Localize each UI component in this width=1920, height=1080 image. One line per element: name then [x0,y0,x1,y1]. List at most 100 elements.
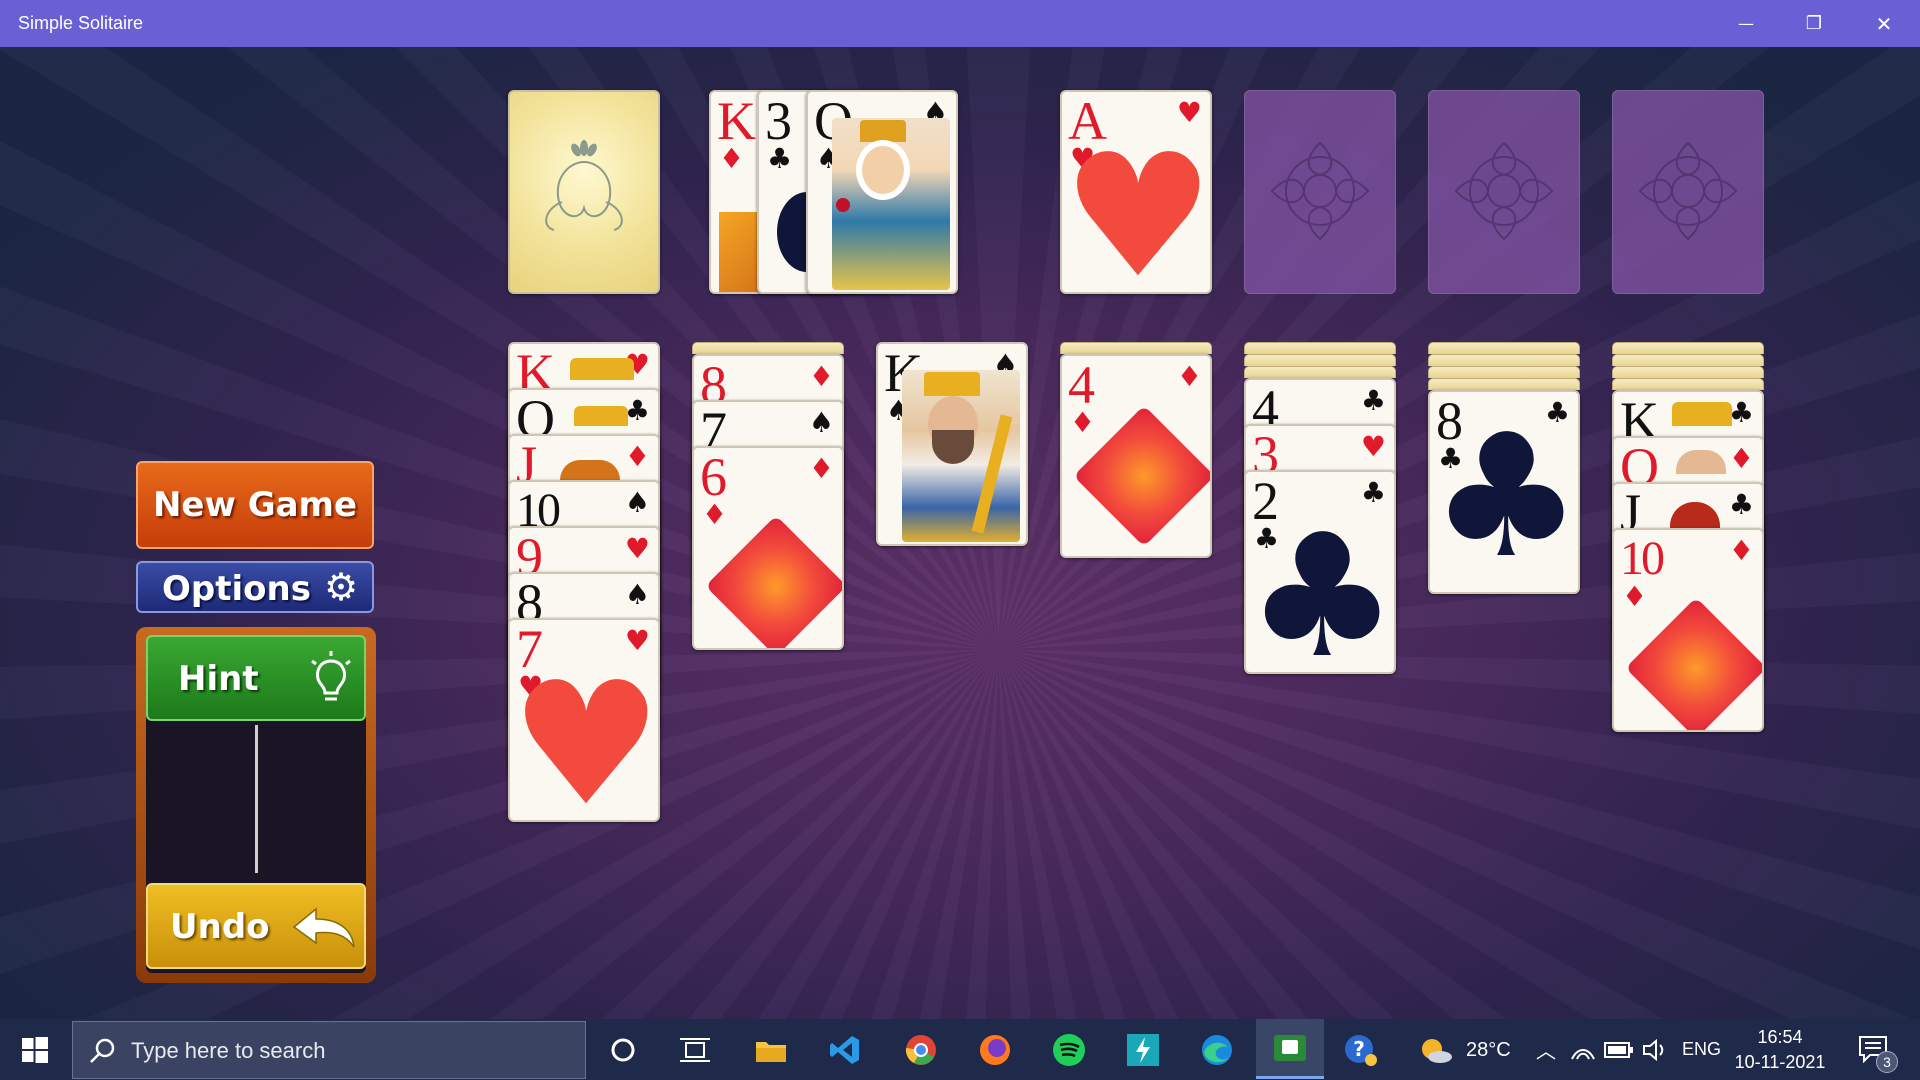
search-input[interactable] [131,1036,571,1066]
firefox-icon [980,1035,1010,1065]
king-portrait-icon [902,370,1020,542]
title-bar: Simple Solitaire — ❐ ✕ [0,0,1920,47]
spotify-icon [1053,1034,1085,1066]
language-indicator[interactable]: ENG [1682,1039,1721,1060]
diamond-suit-icon: ♦ [719,142,745,175]
power-automate-button[interactable] [1114,1027,1172,1073]
gear-icon: ⚙ [324,565,359,609]
card-rank: K [717,91,756,151]
chrome-icon [905,1035,936,1065]
cortana-circle-icon [611,1038,635,1062]
game-board: K ♦ 3 ♣ Q ♠ ♠ A ♥ ♥ ♥ New Game Options [0,47,1920,1019]
battery-icon[interactable] [1604,1041,1634,1059]
new-game-button[interactable]: New Game [136,461,374,549]
file-explorer-button[interactable] [742,1027,800,1073]
hint-button[interactable]: Hint [146,635,366,721]
queen-portrait-icon [832,118,950,290]
spotify-button[interactable] [1040,1027,1098,1073]
face-down-card [1428,354,1580,366]
temperature-label: 28°C [1466,1039,1511,1061]
tableau-card[interactable]: 8 ♣ ♣ ♣ [1428,390,1580,594]
divider [255,725,258,873]
waste-top-card[interactable]: Q ♠ ♠ [806,90,958,294]
face-down-card [692,342,844,354]
heart-suit-icon: ♥ [1360,430,1386,463]
foundation-slot-empty[interactable] [1428,90,1580,294]
vscode-button[interactable] [816,1027,874,1073]
face-down-card [1612,342,1764,354]
hint-label: Hint [178,659,259,699]
undo-arrow-icon [292,907,355,948]
cortana-button[interactable] [594,1027,652,1073]
chevron-up-icon[interactable]: ︿ [1536,1035,1556,1064]
task-view-icon [680,1038,710,1062]
help-button[interactable]: ? [1332,1027,1390,1073]
tableau-card[interactable]: 7 ♥ ♥ ♥ [508,618,660,822]
speaker-icon[interactable] [1642,1038,1668,1062]
chrome-button[interactable] [892,1027,950,1073]
flower-placeholder-icon [1638,141,1738,241]
diamond-suit-icon: ♦ [1728,534,1754,567]
face-down-card [1428,378,1580,390]
start-button[interactable] [6,1027,64,1073]
task-view-button[interactable] [666,1027,724,1073]
options-button[interactable]: Options ⚙ [136,561,374,613]
diamond-suit-icon: ♦ [624,440,650,473]
face-down-card [1612,366,1764,378]
close-icon: ✕ [1875,11,1893,36]
restore-button[interactable]: ❐ [1780,0,1848,47]
options-label: Options [162,569,311,609]
search-icon [90,1038,115,1063]
diamond-suit-icon: ♦ [1070,406,1096,439]
face-down-card [1244,342,1396,354]
windows-logo-icon [22,1037,48,1063]
club-suit-icon: ♣ [1728,396,1754,429]
club-pip-icon: ♣ [1430,398,1580,594]
club-suit-icon: ♣ [1360,384,1386,417]
minimize-button[interactable]: — [1712,0,1780,47]
restore-icon: ❐ [1805,13,1823,34]
heart-pip-icon: ♥ [1062,118,1212,294]
firefox-button[interactable] [966,1027,1024,1073]
card-back-ornament-icon [545,140,623,231]
club-suit-icon: ♣ [624,394,650,427]
foundation-card[interactable]: A ♥ ♥ ♥ [1060,90,1212,294]
club-suit-icon: ♣ [1728,488,1754,521]
sun-cloud-icon [1422,1039,1452,1063]
tableau-card[interactable]: 2 ♣ ♣ ♣ [1244,470,1396,674]
edge-icon [1202,1035,1232,1065]
help-icon: ? [1345,1035,1377,1066]
notification-center-button[interactable]: 3 [1852,1029,1902,1073]
foundation-slot-empty[interactable] [1612,90,1764,294]
window-title: Simple Solitaire [18,13,144,33]
foundation-slot-empty[interactable] [1244,90,1396,294]
heart-suit-icon: ♥ [624,532,650,565]
stock-pile[interactable] [508,90,660,294]
face-down-card [1428,366,1580,378]
edge-button[interactable] [1188,1027,1246,1073]
diamond-suit-icon: ♦ [702,498,728,531]
clock-date: 10-11-2021 [1734,1052,1826,1072]
close-button[interactable]: ✕ [1850,0,1918,47]
flower-placeholder-icon [1270,141,1370,241]
tableau-card[interactable]: 4 ♦ ♦ [1060,354,1212,558]
weather-widget[interactable]: 28°C [1416,1027,1516,1073]
solitaire-taskbar-button[interactable] [1256,1019,1324,1079]
diamond-suit-icon: ♦ [1728,442,1754,475]
diamond-suit-icon: ♦ [1176,360,1202,393]
undo-button[interactable]: Undo [146,883,366,969]
wifi-icon[interactable] [1570,1039,1596,1061]
spade-suit-icon: ♠ [624,486,650,519]
solitaire-app-icon [1274,1034,1306,1061]
heart-pip-icon: ♥ [510,646,660,822]
face-down-card [1060,342,1212,354]
lightning-app-icon [1127,1034,1159,1066]
taskbar-search[interactable] [72,1021,586,1079]
tableau-card[interactable]: 10 ♦ ♦ [1612,528,1764,732]
face-down-card [1244,354,1396,366]
tableau-card[interactable]: 6 ♦ ♦ [692,446,844,650]
diamond-suit-icon: ♦ [808,452,834,485]
tableau-card[interactable]: K ♠ ♠ [876,342,1028,546]
clock[interactable]: 16:54 10-11-2021 [1730,1023,1830,1077]
svg-text:?: ? [1353,1037,1365,1061]
